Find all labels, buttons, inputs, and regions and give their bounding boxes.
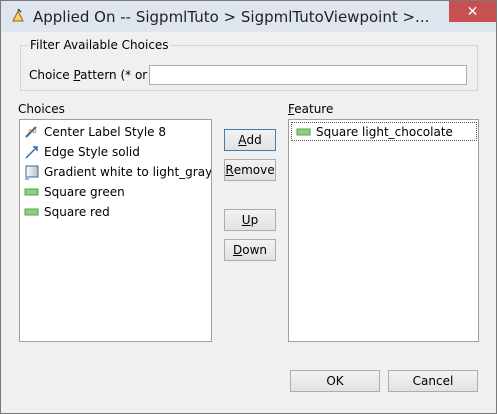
svg-text:ab: ab bbox=[28, 127, 37, 135]
square-icon bbox=[24, 204, 40, 220]
square-icon bbox=[24, 184, 40, 200]
down-button[interactable]: Down bbox=[224, 239, 276, 261]
cancel-button[interactable]: Cancel bbox=[388, 370, 478, 392]
remove-button[interactable]: Remove bbox=[224, 159, 276, 181]
choice-pattern-label: Choice Pattern (* or ?) bbox=[29, 68, 163, 82]
dialog-window: Applied On -- SigpmlTuto > SigpmlTutoVie… bbox=[0, 0, 497, 414]
choices-list[interactable]: ab Center Label Style 8 Edge Style solid… bbox=[19, 119, 212, 342]
up-button[interactable]: Up bbox=[224, 209, 276, 231]
feature-list[interactable]: Square light_chocolate bbox=[288, 119, 479, 342]
list-item[interactable]: Gradient white to light_gray bbox=[20, 162, 211, 182]
filter-group: Filter Available Choices Choice Pattern … bbox=[20, 38, 478, 91]
label-style-icon: ab bbox=[24, 124, 40, 140]
close-button[interactable]: ✕ bbox=[449, 1, 496, 22]
title-bar[interactable]: Applied On -- SigpmlTuto > SigpmlTutoVie… bbox=[1, 1, 496, 32]
app-icon bbox=[10, 8, 26, 24]
ok-button[interactable]: OK bbox=[290, 370, 380, 392]
window-title: Applied On -- SigpmlTuto > SigpmlTutoVie… bbox=[33, 8, 430, 26]
list-item[interactable]: Edge Style solid bbox=[20, 142, 211, 162]
list-item[interactable]: ab Center Label Style 8 bbox=[20, 122, 211, 142]
gradient-icon bbox=[24, 164, 40, 180]
filter-legend: Filter Available Choices bbox=[29, 38, 170, 52]
choice-pattern-input[interactable] bbox=[149, 65, 467, 85]
feature-label: Feature bbox=[288, 102, 334, 116]
list-item[interactable]: Square green bbox=[20, 182, 211, 202]
square-icon bbox=[296, 124, 312, 140]
list-item[interactable]: Square red bbox=[20, 202, 211, 222]
choices-label: Choices bbox=[18, 102, 65, 116]
close-icon: ✕ bbox=[466, 3, 479, 20]
add-button[interactable]: Add bbox=[224, 129, 276, 151]
list-item[interactable]: Square light_chocolate bbox=[291, 122, 477, 141]
edge-style-icon bbox=[24, 144, 40, 160]
